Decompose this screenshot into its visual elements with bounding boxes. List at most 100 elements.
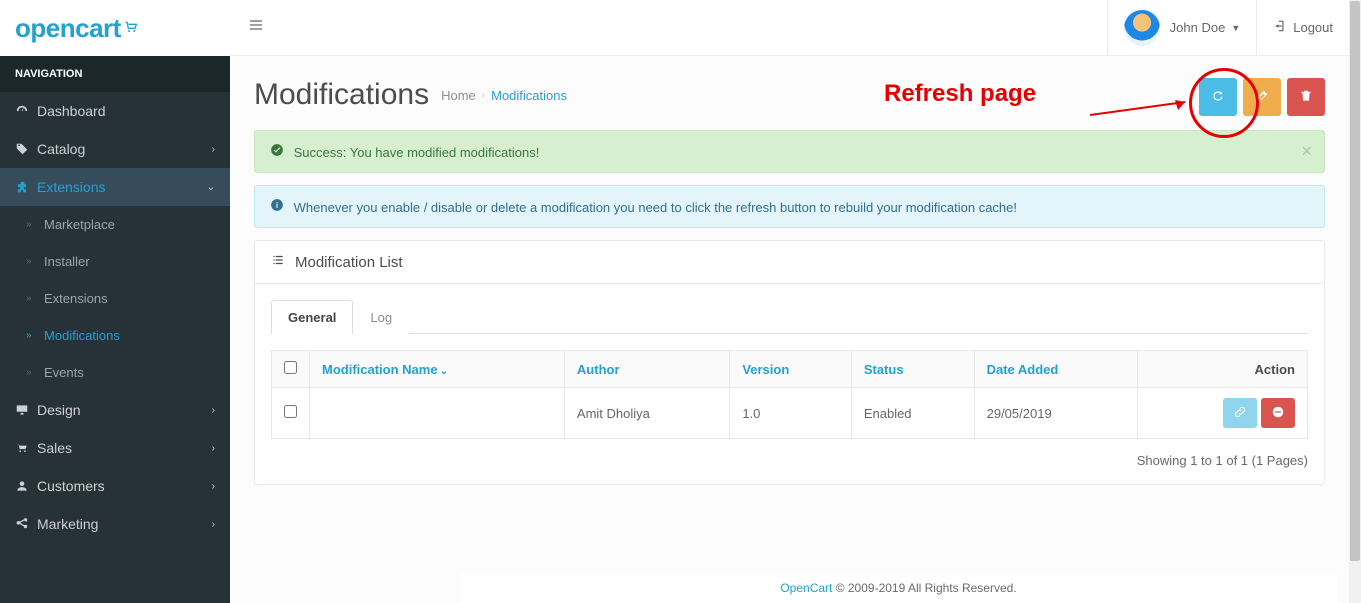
- sidebar-sub-marketplace[interactable]: » Marketplace: [0, 206, 230, 243]
- col-name[interactable]: Modification Name⌄: [310, 351, 565, 388]
- menu-toggle-button[interactable]: [230, 17, 282, 38]
- avatar: [1124, 10, 1160, 46]
- logout-label: Logout: [1293, 20, 1333, 35]
- footer-brand-link[interactable]: OpenCart: [780, 581, 832, 595]
- col-status[interactable]: Status: [851, 351, 974, 388]
- col-action: Action: [1138, 351, 1308, 388]
- sidebar-item-label: Marketplace: [44, 217, 115, 232]
- modification-panel: Modification List General Log: [254, 240, 1325, 485]
- sidebar-item-extensions[interactable]: Extensions ⌄: [0, 168, 230, 206]
- cell-action: [1138, 388, 1308, 439]
- col-author[interactable]: Author: [564, 351, 729, 388]
- svg-text:i: i: [276, 201, 278, 210]
- sidebar-item-dashboard[interactable]: Dashboard: [0, 92, 230, 130]
- content-area: Modifications Home › Modifications: [230, 56, 1349, 603]
- sidebar-item-label: Modifications: [44, 328, 120, 343]
- panel-heading: Modification List: [255, 241, 1324, 284]
- nav-header: NAVIGATION: [0, 56, 230, 92]
- panel-body: General Log Modification Name⌄ Auth: [255, 284, 1324, 484]
- sidebar-item-catalog[interactable]: Catalog ›: [0, 130, 230, 168]
- sidebar-item-label: Installer: [44, 254, 90, 269]
- caret-down-icon: ▼: [1231, 23, 1240, 33]
- chevron-right-icon: ›: [212, 481, 215, 492]
- sidebar-item-sales[interactable]: Sales ›: [0, 429, 230, 467]
- footer: OpenCart © 2009-2019 All Rights Reserved…: [460, 573, 1337, 603]
- delete-button[interactable]: [1287, 78, 1325, 116]
- sidebar-sub-modifications[interactable]: » Modifications: [0, 317, 230, 354]
- arrow-icon: »: [26, 367, 44, 378]
- scrollbar-thumb[interactable]: [1350, 1, 1360, 561]
- sidebar-item-marketing[interactable]: Marketing ›: [0, 505, 230, 543]
- logout-button[interactable]: Logout: [1256, 0, 1349, 56]
- tab-label: General: [288, 310, 336, 325]
- sidebar-item-label: Dashboard: [37, 103, 106, 119]
- dashboard-icon: [15, 104, 37, 118]
- col-version[interactable]: Version: [730, 351, 852, 388]
- tab-label: Log: [370, 310, 392, 325]
- bars-icon: [248, 17, 264, 37]
- col-checkbox: [272, 351, 310, 388]
- trash-icon: [1299, 89, 1313, 106]
- sidebar-item-design[interactable]: Design ›: [0, 391, 230, 429]
- arrow-icon: »: [26, 219, 44, 230]
- sidebar: opencart NAVIGATION Dashboard Catalog › …: [0, 0, 230, 603]
- tab-log[interactable]: Log: [353, 300, 409, 334]
- info-text: Whenever you enable / disable or delete …: [294, 200, 1017, 215]
- arrow-icon: »: [26, 330, 44, 341]
- list-icon: [271, 253, 285, 271]
- modification-table: Modification Name⌄ Author Version Status…: [271, 350, 1308, 439]
- chevron-down-icon: ⌄: [207, 182, 215, 193]
- cell-name: [310, 388, 565, 439]
- sidebar-item-label: Design: [37, 402, 81, 418]
- sidebar-item-label: Marketing: [37, 516, 98, 532]
- panel-title: Modification List: [295, 254, 403, 271]
- puzzle-icon: [15, 180, 37, 194]
- user-menu[interactable]: John Doe ▼: [1107, 0, 1257, 56]
- cart-icon: [123, 19, 139, 38]
- cell-author: Amit Dholiya: [564, 388, 729, 439]
- scrollbar-track[interactable]: [1349, 0, 1361, 603]
- cell-version: 1.0: [730, 388, 852, 439]
- check-circle-icon: [270, 145, 288, 160]
- sidebar-item-label: Extensions: [44, 291, 108, 306]
- close-alert-button[interactable]: ×: [1301, 141, 1312, 162]
- cell-date: 29/05/2019: [974, 388, 1137, 439]
- page-title: Modifications: [254, 78, 429, 112]
- tab-general[interactable]: General: [271, 300, 353, 334]
- table-row: Amit Dholiya 1.0 Enabled 29/05/2019: [272, 388, 1308, 439]
- sort-caret-icon: ⌄: [440, 366, 448, 377]
- logo-text: opencart: [15, 13, 121, 44]
- breadcrumb-home[interactable]: Home: [441, 88, 476, 103]
- sidebar-item-label: Sales: [37, 440, 72, 456]
- select-all-checkbox[interactable]: [284, 361, 297, 374]
- link-button[interactable]: [1223, 398, 1257, 428]
- sidebar-sub-events[interactable]: » Events: [0, 354, 230, 391]
- sidebar-item-label: Extensions: [37, 179, 105, 195]
- chevron-right-icon: ›: [212, 443, 215, 454]
- sidebar-item-customers[interactable]: Customers ›: [0, 467, 230, 505]
- tabs: General Log: [271, 300, 1308, 334]
- sidebar-sub-extensions[interactable]: » Extensions: [0, 280, 230, 317]
- disable-button[interactable]: [1261, 398, 1295, 428]
- success-alert: Success: You have modified modifications…: [254, 130, 1325, 173]
- share-icon: [15, 517, 37, 531]
- logo[interactable]: opencart: [0, 0, 230, 56]
- arrow-icon: »: [26, 293, 44, 304]
- top-header: John Doe ▼ Logout: [230, 0, 1349, 56]
- chevron-right-icon: ›: [212, 519, 215, 530]
- cell-status: Enabled: [851, 388, 974, 439]
- user-icon: [15, 479, 37, 493]
- col-date[interactable]: Date Added: [974, 351, 1137, 388]
- chevron-right-icon: ›: [212, 144, 215, 155]
- breadcrumb-current[interactable]: Modifications: [491, 88, 567, 103]
- success-text: Success: You have modified modifications…: [294, 145, 540, 160]
- annotation-arrow: [1090, 100, 1200, 130]
- cart-icon: [15, 441, 37, 455]
- sidebar-sub-installer[interactable]: » Installer: [0, 243, 230, 280]
- tag-icon: [15, 142, 37, 156]
- chevron-right-icon: ›: [212, 405, 215, 416]
- minus-circle-icon: [1271, 405, 1285, 422]
- info-alert: i Whenever you enable / disable or delet…: [254, 185, 1325, 228]
- close-icon: ×: [1301, 141, 1312, 161]
- row-checkbox[interactable]: [284, 405, 297, 418]
